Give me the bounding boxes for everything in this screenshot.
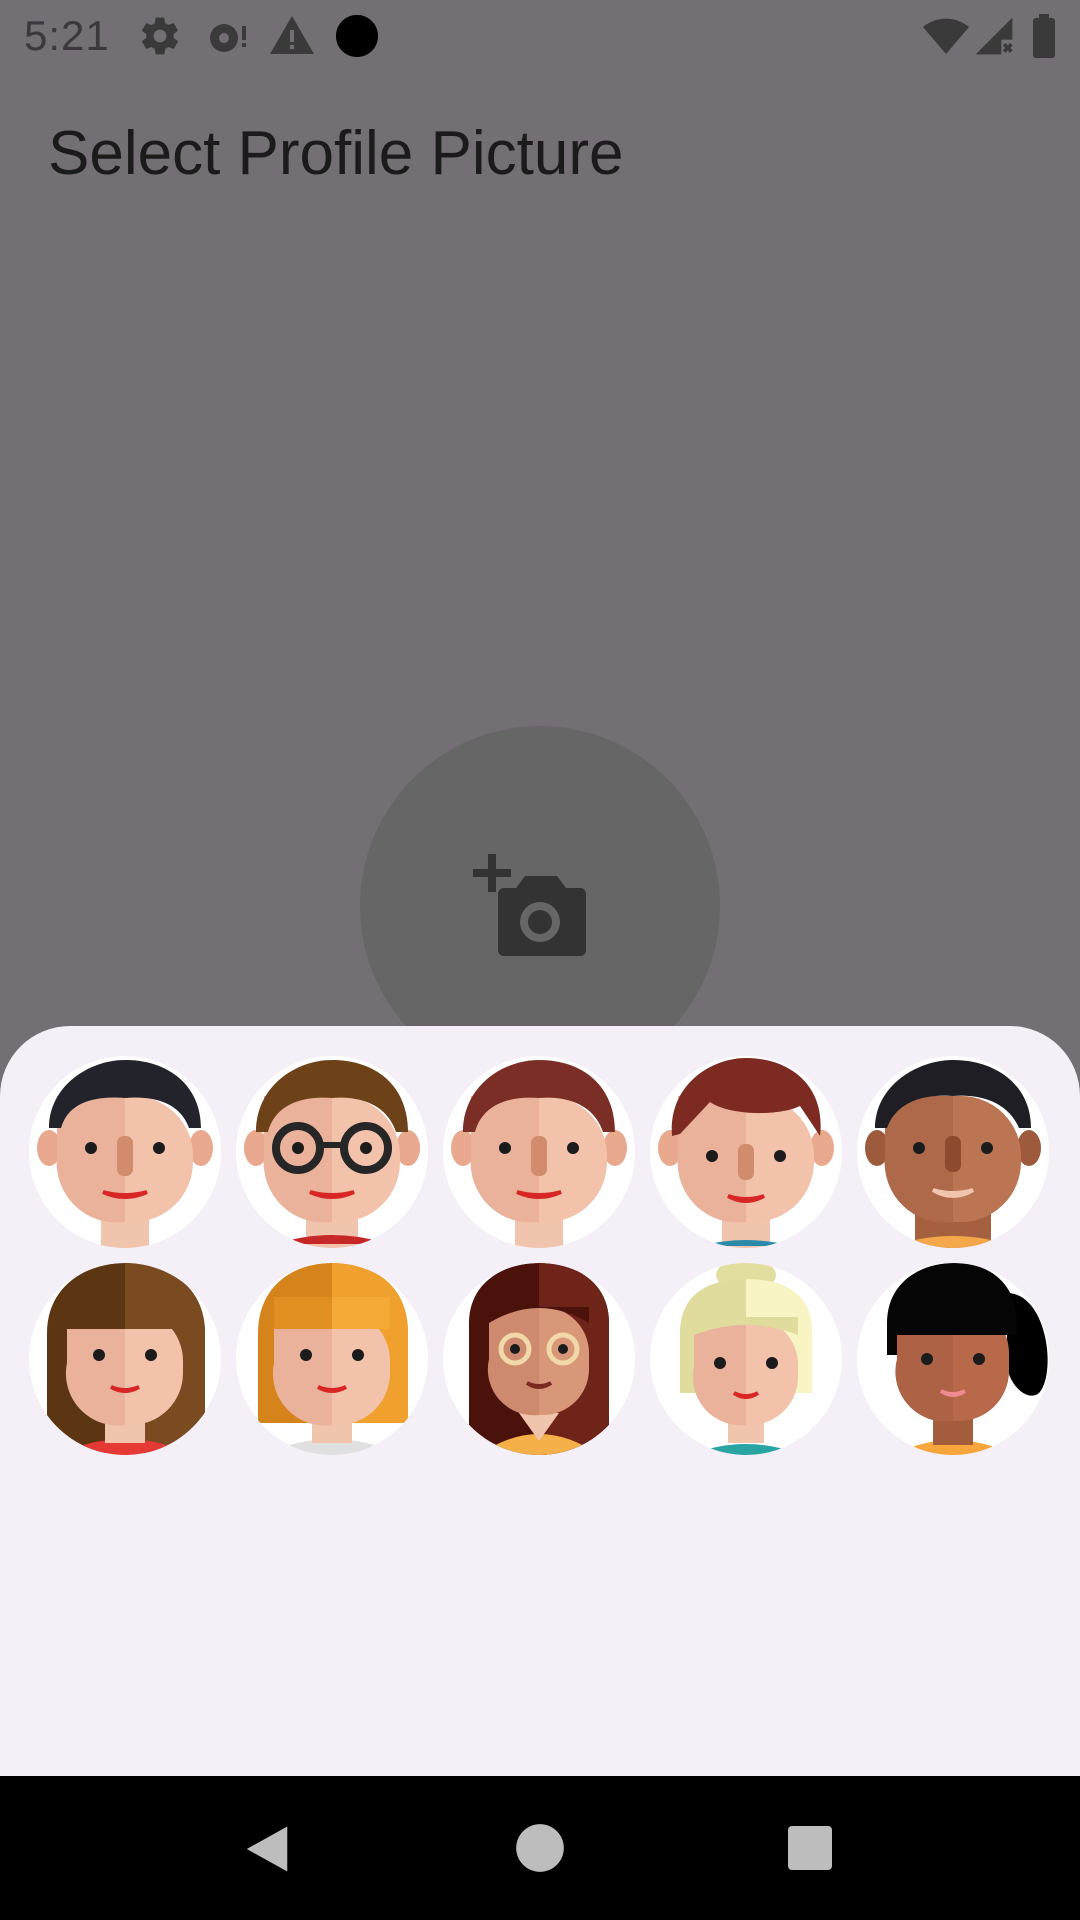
gear-icon	[138, 12, 182, 65]
back-icon[interactable]	[240, 1822, 294, 1881]
avatar-woman-ponytail-icon	[887, 1263, 1048, 1455]
status-bar: 5:21	[0, 0, 1080, 72]
wifi-icon	[922, 12, 970, 65]
home-icon[interactable]	[514, 1822, 566, 1879]
avatar-woman-blonde-icon	[680, 1263, 812, 1455]
avatar-4[interactable]	[650, 1056, 842, 1248]
cellular-no-signal-icon	[972, 12, 1016, 65]
page-title: Select Profile Picture	[48, 119, 624, 188]
sync-alert-icon	[204, 12, 252, 65]
avatar-8[interactable]	[443, 1263, 635, 1455]
avatar-10[interactable]	[857, 1263, 1049, 1455]
avatar-man-red-hair-icon	[658, 1058, 834, 1248]
avatar-woman-orange-hair-icon	[258, 1263, 408, 1455]
status-time: 5:21	[24, 12, 110, 59]
avatar-9[interactable]	[650, 1263, 842, 1455]
recents-icon[interactable]	[786, 1824, 834, 1877]
avatar-3[interactable]	[443, 1056, 635, 1248]
avatar-woman-glasses-icon	[469, 1263, 609, 1455]
avatar-woman-brown-hair-icon	[47, 1263, 205, 1455]
avatar-man-auburn-hair-icon	[451, 1060, 627, 1248]
avatar-man-glasses-icon	[244, 1060, 420, 1248]
avatar-7[interactable]	[236, 1263, 428, 1455]
add-photo-camera-icon	[470, 850, 594, 979]
avatar-picker-sheet	[0, 1026, 1080, 1776]
avatar-6[interactable]	[29, 1263, 221, 1455]
avatar-2[interactable]	[236, 1056, 428, 1248]
navigation-bar	[0, 1776, 1080, 1920]
warning-icon	[268, 12, 316, 65]
avatar-5[interactable]	[857, 1056, 1049, 1248]
avatar-man-black-hair-icon	[37, 1060, 213, 1248]
avatar-man-dark-skin-icon	[865, 1060, 1041, 1248]
battery-icon	[1030, 12, 1058, 65]
record-dot-icon	[334, 13, 380, 64]
avatar-1[interactable]	[29, 1056, 221, 1248]
